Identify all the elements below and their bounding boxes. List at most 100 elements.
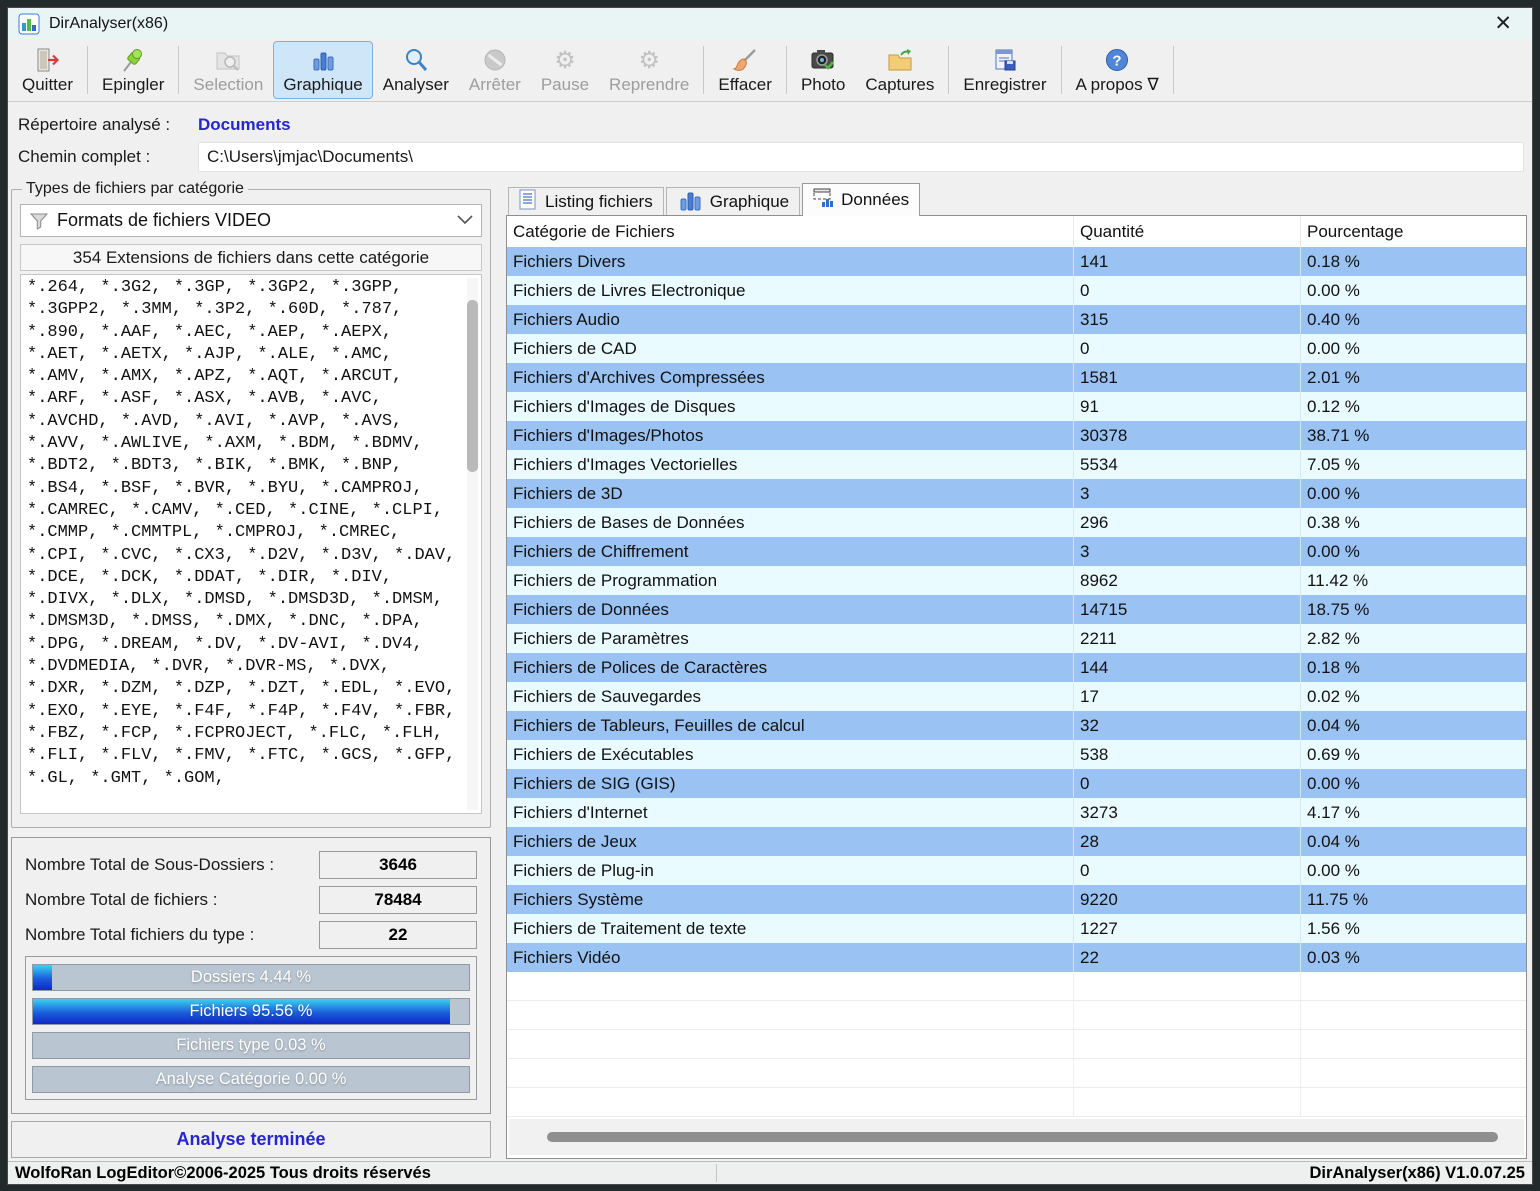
table-row[interactable]: Fichiers de Programmation896211.42 % [507, 566, 1526, 595]
empty-cell [1301, 1030, 1526, 1058]
category-cell: Fichiers de Sauvegardes [507, 682, 1074, 711]
toolbar-button-photo[interactable]: Photo [791, 41, 855, 99]
table-row[interactable]: Fichiers de Tableurs, Feuilles de calcul… [507, 711, 1526, 740]
quantity-cell: 1227 [1074, 914, 1301, 943]
table-row[interactable]: Fichiers de CAD00.00 % [507, 334, 1526, 363]
table-row[interactable]: Fichiers de SIG (GIS)00.00 % [507, 769, 1526, 798]
table-row-empty [507, 972, 1526, 1001]
analysis-status-box: Analyse terminée [11, 1121, 491, 1158]
quantity-cell: 296 [1074, 508, 1301, 537]
toolbar-button-selection[interactable]: Selection [183, 41, 273, 99]
percentage-cell: 11.42 % [1301, 566, 1526, 595]
toolbar-button-quitter[interactable]: Quitter [12, 41, 83, 99]
table-row[interactable]: Fichiers de Livres Electronique00.00 % [507, 276, 1526, 305]
table-row[interactable]: Fichiers Système922011.75 % [507, 885, 1526, 914]
extensions-scrollbar-thumb[interactable] [467, 300, 478, 472]
category-cell: Fichiers de SIG (GIS) [507, 769, 1074, 798]
chevron-down-icon [457, 212, 473, 230]
table-row[interactable]: Fichiers Divers1410.18 % [507, 247, 1526, 276]
percentage-cell: 0.00 % [1301, 537, 1526, 566]
data-tab-content: Catégorie de FichiersQuantitéPourcentage… [506, 215, 1527, 1159]
empty-cell [1074, 1059, 1301, 1087]
extensions-count-header: 354 Extensions de fichiers dans cette ca… [20, 244, 482, 271]
table-row[interactable]: Fichiers de Bases de Données2960.38 % [507, 508, 1526, 537]
table-row[interactable]: Fichiers d'Archives Compressées15812.01 … [507, 363, 1526, 392]
quantity-cell: 0 [1074, 334, 1301, 363]
table-row[interactable]: Fichiers de Données1471518.75 % [507, 595, 1526, 624]
toolbar-button-a-propos[interactable]: ?A propos ∇ [1066, 41, 1169, 99]
table-row[interactable]: Fichiers de Polices de Caractères1440.18… [507, 653, 1526, 682]
category-cell: Fichiers de Polices de Caractères [507, 653, 1074, 682]
percentage-cell: 11.75 % [1301, 885, 1526, 914]
table-row[interactable]: Fichiers de Sauvegardes170.02 % [507, 682, 1526, 711]
empty-cell [1074, 1030, 1301, 1058]
bar-chart-icon [677, 187, 703, 218]
toolbar-button-enregistrer[interactable]: Enregistrer [953, 41, 1056, 99]
table-row[interactable]: Fichiers de 3D30.00 % [507, 479, 1526, 508]
progress-label: Dossiers 4.44 % [33, 965, 469, 990]
table-row[interactable]: Fichiers d'Images de Disques910.12 % [507, 392, 1526, 421]
extensions-list[interactable]: *.264, *.3G2, *.3GP, *.3GP2, *.3GPP, *.3… [20, 274, 482, 814]
toolbar-button-epingler[interactable]: Epingler [92, 41, 174, 99]
close-icon[interactable]: ✕ [1484, 11, 1522, 36]
toolbar-button-reprendre[interactable]: ⚙Reprendre [599, 41, 699, 99]
percentage-cell: 0.00 % [1301, 334, 1526, 363]
extensions-scrollbar[interactable] [467, 278, 478, 810]
toolbar-button-analyser[interactable]: Analyser [373, 41, 459, 99]
column-header-quantit[interactable]: Quantité [1074, 216, 1301, 247]
column-header-cat-gorie-de-fichiers[interactable]: Catégorie de Fichiers [507, 216, 1074, 247]
file-types-groupbox: Types de fichiers par catégorie Formats … [11, 180, 491, 828]
empty-cell [1301, 972, 1526, 1000]
table-row[interactable]: Fichiers d'Images/Photos3037838.71 % [507, 421, 1526, 450]
toolbar-separator [786, 46, 787, 94]
tab-label: Données [841, 190, 909, 210]
quantity-cell: 14715 [1074, 595, 1301, 624]
tab-graphique[interactable]: Graphique [666, 187, 800, 216]
table-row[interactable]: Fichiers de Chiffrement30.00 % [507, 537, 1526, 566]
app-icon [18, 13, 40, 35]
toolbar-button-arr-ter[interactable]: Arrêter [459, 41, 531, 99]
left-panel: Types de fichiers par catégorie Formats … [11, 180, 491, 1158]
category-cell: Fichiers d'Images de Disques [507, 392, 1074, 421]
toolbar-separator [703, 46, 704, 94]
progress-bar-fichiers-type-0-03: Fichiers type 0.03 % [32, 1032, 470, 1059]
table-row[interactable]: Fichiers d'Images Vectorielles55347.05 % [507, 450, 1526, 479]
category-filter-select[interactable]: Formats de fichiers VIDEO [20, 204, 482, 237]
table-row-empty [507, 1030, 1526, 1059]
table-row[interactable]: Fichiers de Jeux280.04 % [507, 827, 1526, 856]
progress-bar-fichiers-95-56: Fichiers 95.56 % [32, 998, 470, 1025]
tab-listing-fichiers[interactable]: Listing fichiers [508, 187, 664, 216]
table-row[interactable]: Fichiers de Plug-in00.00 % [507, 856, 1526, 885]
tab-donn-es[interactable]: Données [802, 183, 920, 216]
table-horizontal-scrollbar[interactable] [509, 1119, 1524, 1155]
percentage-cell: 0.03 % [1301, 943, 1526, 972]
stop-circle-icon [482, 45, 508, 74]
toolbar-button-label: Effacer [718, 75, 772, 95]
toolbar-button-label: Graphique [283, 75, 362, 95]
empty-cell [507, 1001, 1074, 1029]
analyzed-directory-row: Répertoire analysé : Documents [8, 110, 1524, 140]
stat-row-nombre-total-de-sous-dossiers: Nombre Total de Sous-Dossiers :3646 [25, 851, 477, 879]
percentage-cell: 2.01 % [1301, 363, 1526, 392]
column-header-pourcentage[interactable]: Pourcentage [1301, 216, 1526, 247]
toolbar-button-effacer[interactable]: Effacer [708, 41, 782, 99]
table-row[interactable]: Fichiers Vidéo220.03 % [507, 943, 1526, 972]
quantity-cell: 144 [1074, 653, 1301, 682]
magnifier-icon [403, 45, 429, 74]
table-row[interactable]: Fichiers de Paramètres22112.82 % [507, 624, 1526, 653]
progress-label: Analyse Catégorie 0.00 % [33, 1067, 469, 1092]
quantity-cell: 30378 [1074, 421, 1301, 450]
title-bar: DirAnalyser(x86) ✕ [8, 8, 1532, 39]
table-row[interactable]: Fichiers de Traitement de texte12271.56 … [507, 914, 1526, 943]
percentage-cell: 0.00 % [1301, 769, 1526, 798]
table-row[interactable]: Fichiers d'Internet32734.17 % [507, 798, 1526, 827]
full-path-field[interactable]: C:\Users\jmjac\Documents\ [198, 142, 1524, 172]
percentage-cell: 0.00 % [1301, 856, 1526, 885]
toolbar-button-pause[interactable]: ⚙Pause [531, 41, 599, 99]
table-row[interactable]: Fichiers Audio3150.40 % [507, 305, 1526, 334]
table-hscroll-thumb[interactable] [547, 1132, 1498, 1142]
toolbar-button-captures[interactable]: Captures [855, 41, 944, 99]
table-row[interactable]: Fichiers de Exécutables5380.69 % [507, 740, 1526, 769]
quantity-cell: 3 [1074, 537, 1301, 566]
toolbar-button-graphique[interactable]: Graphique [273, 41, 372, 99]
